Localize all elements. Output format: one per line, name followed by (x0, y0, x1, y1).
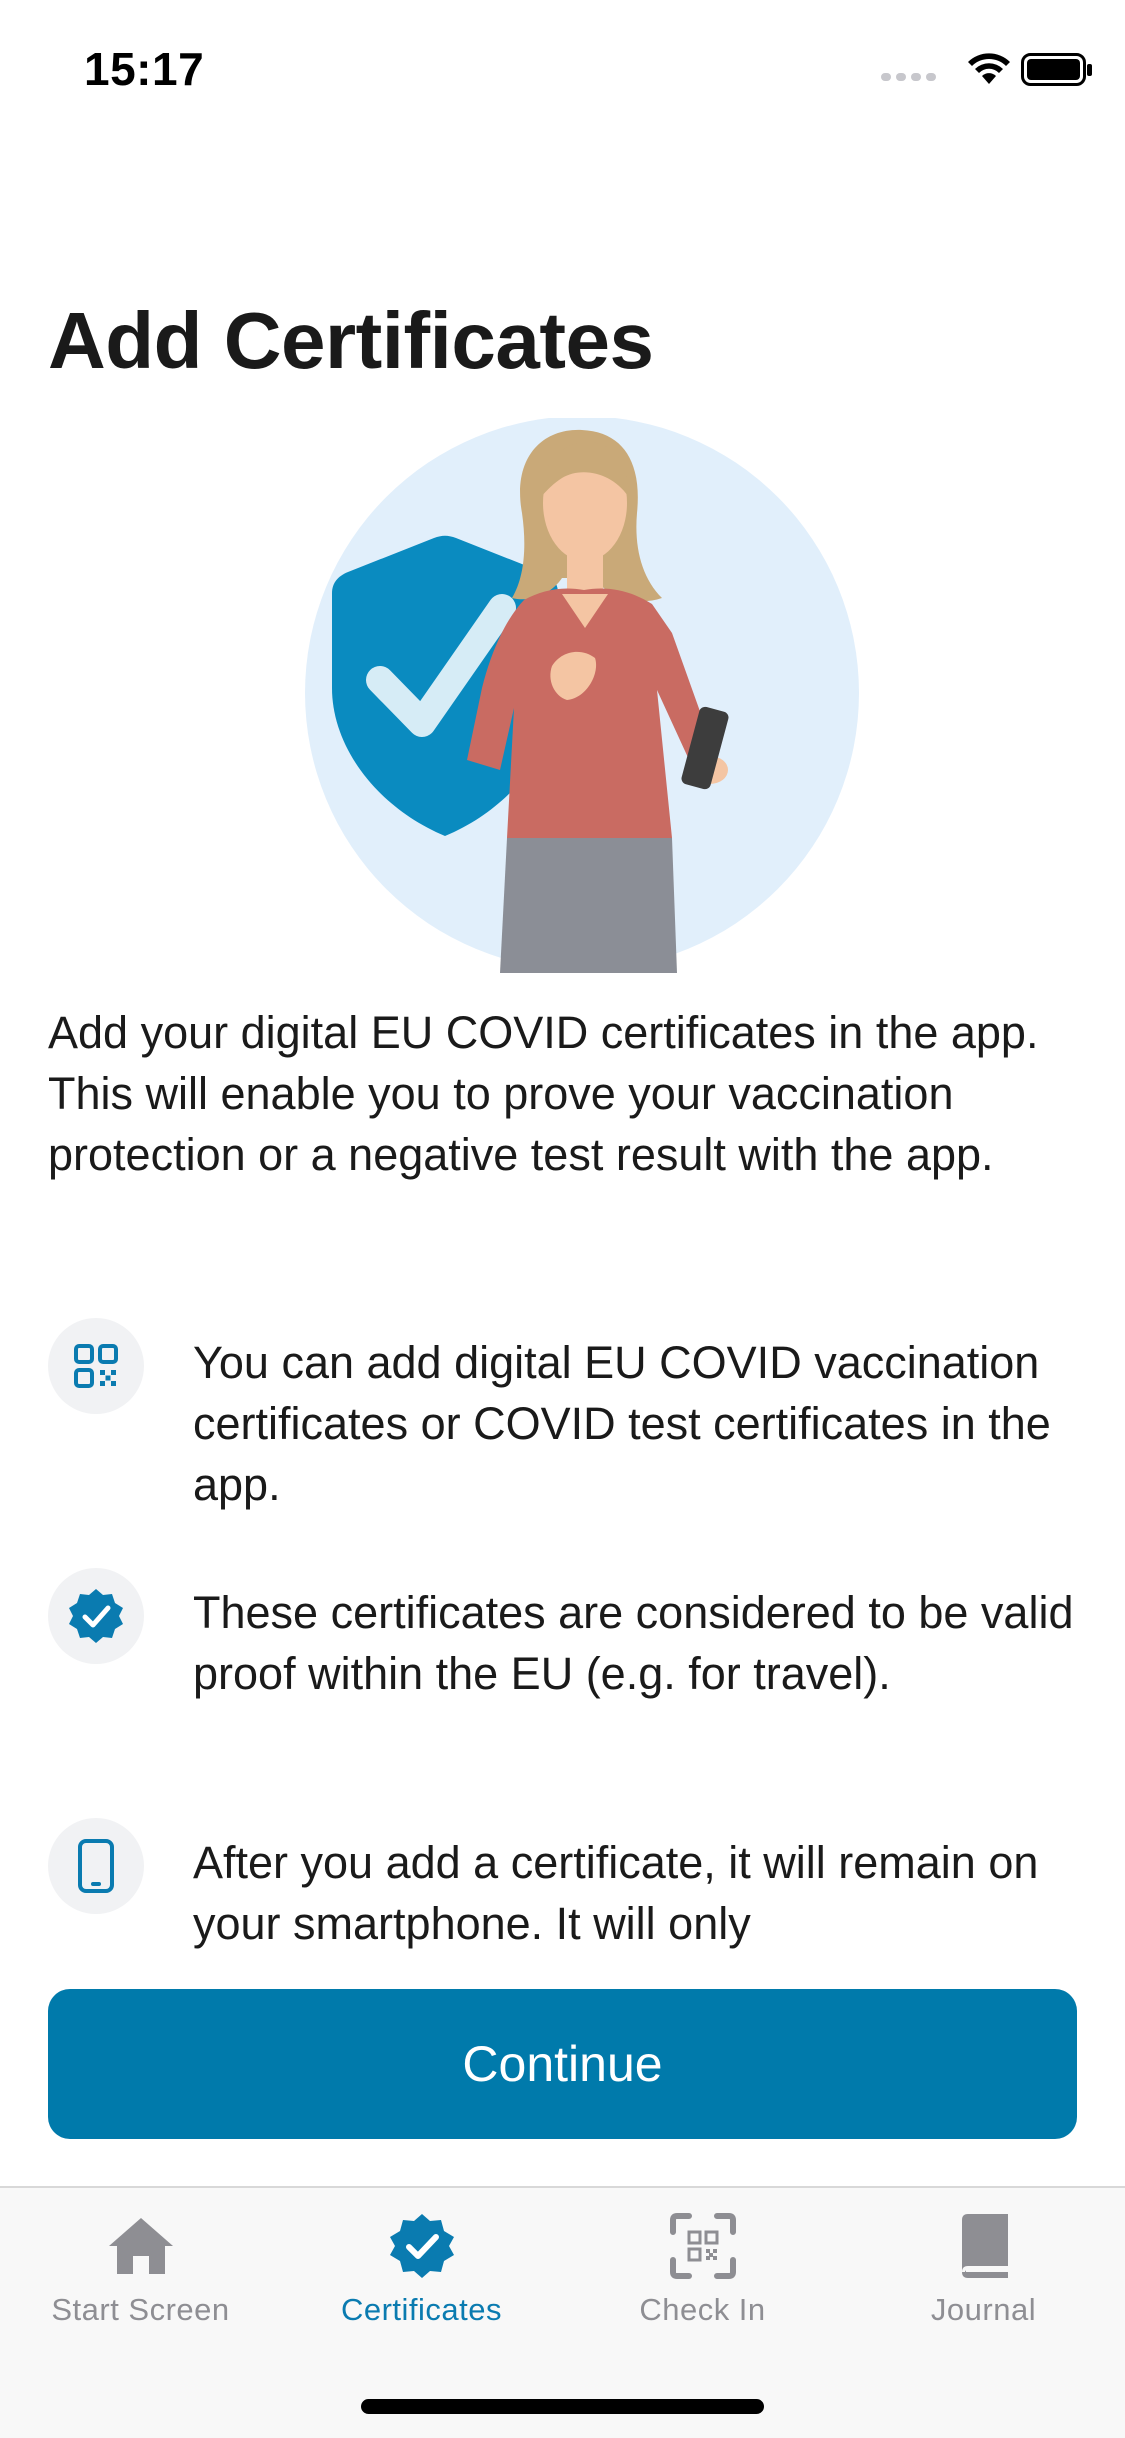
bullet-text: After you add a certificate, it will rem… (193, 1837, 1039, 1949)
content-scroll-area[interactable]: Add Certificates Add your digital EU COV… (0, 140, 1125, 1950)
tab-bar: Start Screen Certificates Check In Journ… (0, 2186, 1125, 2438)
battery-icon (1021, 53, 1092, 86)
bullet-text: You can add digital EU COVID vaccination… (193, 1337, 1051, 1510)
tab-start-screen[interactable]: Start Screen (0, 2188, 281, 2348)
status-time: 15:17 (84, 43, 205, 95)
tab-label: Journal (930, 2292, 1037, 2327)
tab-label: Certificates (340, 2292, 503, 2327)
verified-badge-icon (48, 1568, 144, 1664)
hero-illustration (305, 418, 859, 973)
qr-code-icon (48, 1318, 144, 1414)
tab-label: Start Screen (51, 2292, 230, 2327)
tab-journal[interactable]: Journal (843, 2188, 1124, 2348)
tab-check-in[interactable]: Check In (562, 2188, 843, 2348)
bullet-text: These certificates are considered to be … (193, 1587, 1074, 1699)
book-icon (961, 2214, 1008, 2278)
qr-scan-icon (669, 2213, 736, 2279)
tab-label: Check In (639, 2292, 766, 2327)
home-icon (108, 2218, 173, 2274)
status-icons (881, 48, 1092, 92)
home-indicator[interactable] (361, 2399, 764, 2414)
tab-certificates[interactable]: Certificates (281, 2188, 562, 2348)
continue-button[interactable]: Continue (48, 1989, 1077, 2139)
intro-text: Add your digital EU COVID certificates i… (48, 1007, 1039, 1180)
wifi-icon (968, 53, 1010, 84)
cellular-signal-icon (881, 73, 936, 81)
status-bar: 15:17 (0, 0, 1125, 140)
page-title: Add Certificates (48, 296, 654, 385)
smartphone-icon (48, 1818, 144, 1914)
certificate-badge-icon (389, 2214, 454, 2278)
